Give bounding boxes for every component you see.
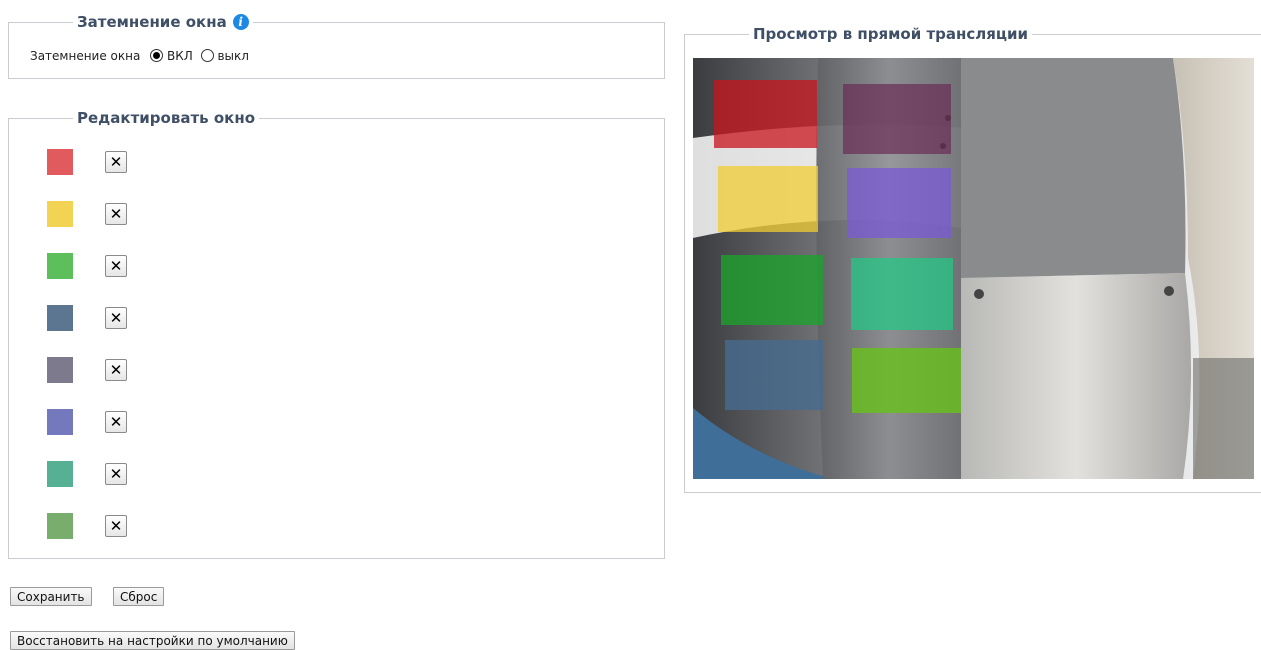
delete-mask-button[interactable]: ✕ xyxy=(105,515,127,537)
blackout-title: Затемнение окна xyxy=(77,13,227,31)
reset-button[interactable]: Сброс xyxy=(113,587,165,606)
mask-color-swatch[interactable] xyxy=(47,409,73,435)
live-view-legend: Просмотр в прямой трансляции xyxy=(749,25,1033,43)
edit-title: Редактировать окно xyxy=(77,109,256,127)
mask-row: ✕ xyxy=(47,305,127,331)
mask-color-swatch[interactable] xyxy=(47,201,73,227)
mask-row: ✕ xyxy=(47,461,127,487)
mask-row: ✕ xyxy=(47,253,127,279)
edit-legend: Редактировать окно xyxy=(73,109,260,127)
blackout-on-label[interactable]: ВКЛ xyxy=(167,49,193,63)
mask-overlay-purple xyxy=(843,84,951,154)
mask-row: ✕ xyxy=(47,357,127,383)
blackout-row: Затемнение окна ВКЛ выкл xyxy=(30,49,249,63)
mask-color-swatch[interactable] xyxy=(47,305,73,331)
delete-mask-button[interactable]: ✕ xyxy=(105,203,127,225)
mask-overlay-green xyxy=(721,255,823,325)
mask-color-swatch[interactable] xyxy=(47,461,73,487)
delete-mask-button[interactable]: ✕ xyxy=(105,307,127,329)
edit-fieldset: Редактировать окно ✕ ✕ ✕ ✕ ✕ ✕ ✕ ✕ xyxy=(8,109,665,559)
mask-overlay-lime xyxy=(852,348,961,413)
delete-mask-button[interactable]: ✕ xyxy=(105,151,127,173)
blackout-on-radio[interactable] xyxy=(150,49,164,62)
blackout-legend: Затемнение окна i xyxy=(73,13,253,31)
blackout-fieldset: Затемнение окна i Затемнение окна ВКЛ вык… xyxy=(8,13,665,79)
mask-color-swatch[interactable] xyxy=(47,513,73,539)
mask-color-swatch[interactable] xyxy=(47,149,73,175)
camera-scene xyxy=(693,58,1254,479)
mask-overlay-teal xyxy=(851,258,953,330)
delete-mask-button[interactable]: ✕ xyxy=(105,411,127,433)
mask-row: ✕ xyxy=(47,201,127,227)
scene-column-lower xyxy=(961,273,1192,479)
mask-overlay-red xyxy=(714,80,817,148)
restore-defaults-button[interactable]: Восстановить на настройки по умолчанию xyxy=(10,631,295,650)
delete-mask-button[interactable]: ✕ xyxy=(105,463,127,485)
delete-mask-button[interactable]: ✕ xyxy=(105,359,127,381)
blackout-off-label[interactable]: выкл xyxy=(217,49,248,63)
live-view-title: Просмотр в прямой трансляции xyxy=(753,25,1029,43)
live-video-preview[interactable] xyxy=(693,58,1254,479)
mask-overlay-slate xyxy=(725,340,823,410)
mask-row: ✕ xyxy=(47,409,127,435)
scene-column-upper xyxy=(961,58,1186,278)
mask-row: ✕ xyxy=(47,513,127,539)
scene-bolt xyxy=(974,289,984,299)
save-button[interactable]: Сохранить xyxy=(10,587,92,606)
blackout-off-radio[interactable] xyxy=(200,49,214,62)
scene-right-dark xyxy=(1193,358,1254,479)
mask-color-swatch[interactable] xyxy=(47,357,73,383)
blackout-label: Затемнение окна xyxy=(30,49,141,63)
mask-overlay-violet xyxy=(847,168,951,238)
mask-color-swatch[interactable] xyxy=(47,253,73,279)
mask-overlay-yellow xyxy=(718,166,818,232)
page: Затемнение окна i Затемнение окна ВКЛ вык… xyxy=(0,0,1261,650)
delete-mask-button[interactable]: ✕ xyxy=(105,255,127,277)
scene-bolt xyxy=(1164,286,1174,296)
mask-row: ✕ xyxy=(47,149,127,175)
info-icon[interactable]: i xyxy=(232,14,249,30)
